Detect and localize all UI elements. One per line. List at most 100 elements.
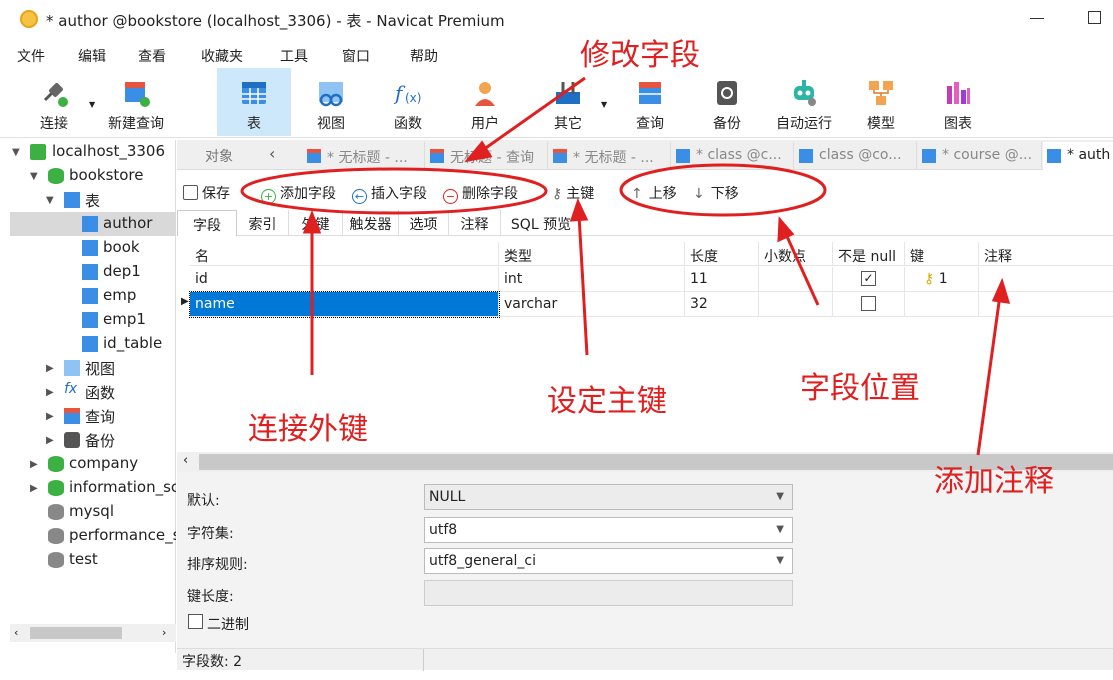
expand-icon[interactable]: ▶ <box>46 363 56 374</box>
subtab-options[interactable]: 选项 <box>399 210 449 236</box>
menu-tools[interactable]: 工具 <box>280 46 308 66</box>
scroll-left-icon[interactable]: ‹ <box>183 453 188 468</box>
cell-comment[interactable] <box>979 292 1113 317</box>
not-null-checkbox[interactable] <box>861 296 876 311</box>
tree-backups-group[interactable]: ▶ 备份 <box>10 428 176 452</box>
auto-run-button[interactable]: 自动运行 <box>767 68 841 136</box>
subtab-fields[interactable]: 字段 <box>177 210 237 236</box>
move-up-button[interactable]: ↑ 上移 <box>631 183 677 203</box>
objects-tab[interactable]: 对象 <box>205 146 233 166</box>
cell-type[interactable]: varchar <box>499 292 685 317</box>
other-button[interactable]: 其它 <box>531 68 605 136</box>
table-button[interactable]: 表 <box>217 68 291 136</box>
tab-scroll-left-icon[interactable]: ‹ <box>269 144 275 163</box>
tree-table-id-table[interactable]: id_table <box>10 332 176 356</box>
tree-table-emp1[interactable]: emp1 <box>10 308 176 332</box>
cell-length[interactable]: 32 <box>685 292 759 317</box>
insert-field-button[interactable]: ← 插入字段 <box>352 183 427 204</box>
cell-length[interactable]: 11 <box>685 267 759 292</box>
menu-favorites[interactable]: 收藏夹 <box>201 46 243 66</box>
subtab-triggers[interactable]: 触发器 <box>343 210 399 236</box>
menu-view[interactable]: 查看 <box>138 46 166 66</box>
subtab-comments[interactable]: 注释 <box>449 210 501 236</box>
function-button[interactable]: f (x) 函数 <box>371 68 445 136</box>
expand-icon[interactable]: ▶ <box>46 435 56 446</box>
not-null-checkbox[interactable]: ✓ <box>861 271 876 286</box>
col-header-comment[interactable]: 注释 <box>979 242 1113 266</box>
model-button[interactable]: 模型 <box>844 68 918 136</box>
tree-db-test[interactable]: test <box>10 548 176 572</box>
col-header-not-null[interactable]: 不是 null <box>833 242 905 266</box>
query-button[interactable]: 查询 <box>613 68 687 136</box>
other-dropdown-icon[interactable]: ▼ <box>601 100 607 109</box>
expand-icon[interactable]: ▶ <box>30 483 40 494</box>
save-button[interactable]: 保存 <box>183 183 230 203</box>
tree-table-dep1[interactable]: dep1 <box>10 260 176 284</box>
backup-button[interactable]: 备份 <box>690 68 764 136</box>
cell-key[interactable]: ⚷ 1 <box>905 267 979 292</box>
minimize-icon[interactable] <box>1030 18 1044 19</box>
connect-button[interactable]: 连接 <box>17 68 91 136</box>
delete-field-button[interactable]: − 删除字段 <box>443 183 518 204</box>
menu-file[interactable]: 文件 <box>17 46 45 66</box>
tree-table-book[interactable]: book <box>10 236 176 260</box>
tree-table-author[interactable]: author <box>10 212 176 236</box>
tab-class[interactable]: class @co... <box>795 142 917 170</box>
expand-icon[interactable]: ▼ <box>12 147 22 158</box>
cell-type[interactable]: int <box>499 267 685 292</box>
tab-class-edit[interactable]: * class @c... <box>672 142 794 170</box>
tree-database[interactable]: ▼ bookstore <box>10 164 176 188</box>
tab-untitled-2[interactable]: * 无标题 - ... <box>549 142 671 170</box>
cell-decimals[interactable] <box>759 292 833 317</box>
col-header-length[interactable]: 长度 <box>685 242 759 266</box>
add-field-button[interactable]: + 添加字段 <box>261 183 336 204</box>
view-button[interactable]: 视图 <box>294 68 368 136</box>
user-button[interactable]: 用户 <box>448 68 522 136</box>
menu-window[interactable]: 窗口 <box>342 46 370 66</box>
tree-tables-group[interactable]: ▼ 表 <box>10 188 176 212</box>
col-header-key[interactable]: 键 <box>905 242 979 266</box>
primary-key-button[interactable]: ⚷ 主键 <box>552 183 594 203</box>
cell-not-null[interactable]: ✓ <box>833 267 905 292</box>
chart-button[interactable]: 图表 <box>921 68 995 136</box>
col-header-name[interactable]: 名 <box>190 242 499 266</box>
tree-views-group[interactable]: ▶ 视图 <box>10 356 176 380</box>
expand-icon[interactable]: ▶ <box>30 459 40 470</box>
move-down-button[interactable]: ↓ 下移 <box>693 183 739 203</box>
menu-edit[interactable]: 编辑 <box>78 46 106 66</box>
tab-untitled-query[interactable]: 无标题 - 查询 <box>426 142 548 170</box>
tab-author[interactable]: * auth <box>1043 142 1113 170</box>
expand-icon[interactable]: ▼ <box>46 195 56 206</box>
tree-functions-group[interactable]: ▶ fx 函数 <box>10 380 176 404</box>
scroll-thumb[interactable] <box>30 627 122 639</box>
expand-icon[interactable]: ▶ <box>46 411 56 422</box>
binary-checkbox[interactable] <box>188 614 203 629</box>
tab-course[interactable]: * course @... <box>918 142 1042 170</box>
expand-icon[interactable]: ▼ <box>30 171 40 182</box>
maximize-icon[interactable] <box>1088 11 1101 24</box>
cell-not-null[interactable] <box>833 292 905 317</box>
tree-queries-group[interactable]: ▶ 查询 <box>10 404 176 428</box>
expand-icon[interactable]: ▶ <box>46 387 56 398</box>
sidebar-hscroll[interactable]: ‹ › <box>10 624 176 642</box>
subtab-sql-preview[interactable]: SQL 预览 <box>501 210 581 236</box>
subtab-indexes[interactable]: 索引 <box>237 210 289 236</box>
default-select[interactable]: NULL ▼ <box>424 484 793 510</box>
charset-select[interactable]: utf8 ▼ <box>424 517 793 543</box>
tree-db-information-schema[interactable]: ▶ information_sc <box>10 476 176 500</box>
scroll-left-icon[interactable]: ‹ <box>14 626 18 639</box>
col-header-decimals[interactable]: 小数点 <box>759 242 833 266</box>
menu-help[interactable]: 帮助 <box>410 46 438 66</box>
cell-decimals[interactable] <box>759 267 833 292</box>
tree-db-mysql[interactable]: mysql <box>10 500 176 524</box>
cell-name[interactable]: name <box>189 291 500 318</box>
subtab-foreign-keys[interactable]: 外键 <box>289 210 343 236</box>
scroll-right-icon[interactable]: › <box>162 626 166 639</box>
new-query-button[interactable]: 新建查询 <box>99 68 173 136</box>
connect-dropdown-icon[interactable]: ▼ <box>89 100 95 109</box>
tab-untitled-1[interactable]: * 无标题 - ... <box>303 142 425 170</box>
tree-db-performance-schema[interactable]: performance_s <box>10 524 176 548</box>
col-header-type[interactable]: 类型 <box>499 242 685 266</box>
cell-comment[interactable] <box>979 267 1113 292</box>
tree-table-emp[interactable]: emp <box>10 284 176 308</box>
